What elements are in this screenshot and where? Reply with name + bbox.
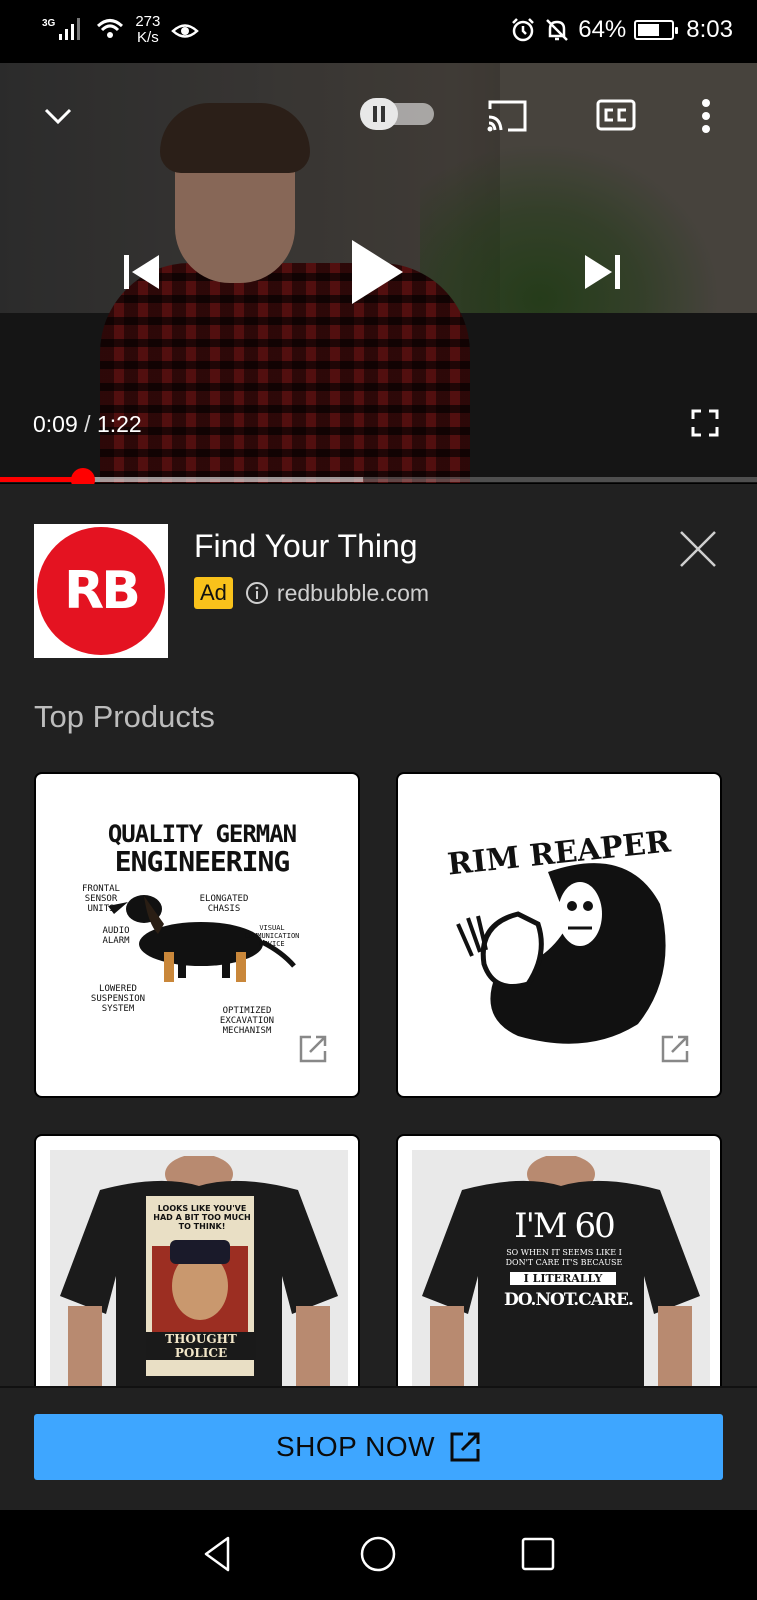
battery-icon [634, 20, 679, 40]
cta-divider [0, 1386, 757, 1388]
skip-previous-icon [124, 255, 159, 289]
cast-button[interactable] [486, 98, 528, 134]
shirt-print-top: I'M 60 [514, 1206, 616, 1246]
status-left: 3G 273 K/s [42, 14, 200, 46]
fullscreen-icon [691, 409, 719, 437]
closed-captions-icon [596, 99, 636, 131]
autoplay-knob [360, 98, 398, 130]
shop-now-label: SHOP NOW [275, 1431, 436, 1462]
skip-next-icon [585, 255, 620, 289]
advertiser-logo[interactable]: RB [34, 524, 168, 658]
product-label: OPTIMIZED EXCAVATION MECHANISM [219, 1006, 275, 1036]
current-time: 0:09 [33, 411, 78, 437]
more-options-button[interactable] [696, 96, 716, 136]
product-card[interactable]: QUALITY GERMAN ENGINEERING FRONTAL SENSO… [34, 772, 360, 1098]
ad-meta: Ad redbubble.com [194, 577, 429, 609]
play-button[interactable] [344, 235, 410, 309]
ad-badge: Ad [194, 577, 233, 609]
status-bar: 3G 273 K/s 64% 8:03 [0, 0, 757, 63]
product-label: VISUAL COMMUNICATION DEVICE [244, 924, 300, 948]
video-player[interactable]: 0:09 / 1:22 [0, 63, 757, 483]
open-external-icon[interactable] [298, 1034, 328, 1064]
advertiser-logo-text: RB [64, 561, 141, 621]
network-speed: 273 K/s [135, 14, 160, 46]
shirt-print-middle: SO WHEN IT SEEMS LIKE I DON'T CARE IT'S … [505, 1248, 623, 1267]
product-card[interactable]: RIM REAPER [396, 772, 722, 1098]
shirt-print-highlight: I LITERALLY [510, 1272, 616, 1285]
product-label: AUDIO ALARM [102, 926, 130, 946]
ad-domain[interactable]: redbubble.com [277, 580, 429, 607]
speed-unit: K/s [137, 29, 159, 46]
collapse-button[interactable] [40, 101, 76, 131]
eye-icon [171, 24, 200, 38]
advertiser-logo-circle: RB [37, 527, 165, 655]
shirt-print-bottom: DO.NOT.CARE. [504, 1290, 634, 1310]
wifi-icon [97, 19, 124, 38]
clock: 8:03 [686, 16, 733, 43]
shirt-print-bottom: THOUGHT POLICE [146, 1332, 256, 1360]
network-type: 3G [42, 18, 56, 29]
alarm-icon [512, 18, 535, 42]
close-icon[interactable] [678, 529, 718, 569]
section-title: Top Products [34, 699, 215, 734]
seek-bar[interactable] [0, 468, 757, 492]
fullscreen-button[interactable] [690, 408, 720, 438]
duration: 1:22 [96, 411, 142, 437]
system-nav-bar [0, 1510, 757, 1600]
status-right: 64% 8:03 [510, 16, 733, 44]
battery-percent: 64% [578, 16, 627, 43]
next-button[interactable] [580, 249, 626, 295]
previous-button[interactable] [118, 249, 164, 295]
open-external-icon [450, 1432, 480, 1462]
open-external-icon[interactable] [660, 1034, 690, 1064]
shirt-print-top: LOOKS LIKE YOU'VE HAD A BIT TOO MUCH TO … [153, 1204, 251, 1231]
play-icon [352, 240, 403, 304]
shop-now-button[interactable]: SHOP NOW [34, 1414, 723, 1480]
info-icon[interactable] [245, 581, 269, 605]
product-label: LOWERED SUSPENSION SYSTEM [90, 984, 146, 1014]
time-display: 0:09 / 1:22 [33, 411, 142, 438]
ad-title[interactable]: Find Your Thing [194, 528, 418, 565]
chevron-down-icon [44, 108, 72, 125]
cast-icon [487, 100, 527, 132]
time-separator: / [84, 411, 91, 437]
speed-value: 273 [135, 13, 161, 30]
recents-square-icon[interactable] [518, 1534, 558, 1574]
back-triangle-icon[interactable] [198, 1534, 238, 1574]
more-vertical-icon [702, 99, 710, 133]
autoplay-toggle[interactable] [360, 98, 434, 130]
signal-icon [59, 18, 81, 40]
product-label: ELONGATED CHASIS [199, 894, 249, 914]
bell-muted-icon [546, 19, 569, 41]
product-label: FRONTAL SENSOR UNITS [82, 884, 120, 914]
battery-level [638, 24, 659, 36]
captions-button[interactable] [596, 98, 636, 132]
home-circle-icon[interactable] [358, 1534, 398, 1574]
ad-panel: RB Find Your Thing Ad redbubble.com Top … [0, 484, 757, 1510]
pause-icon [373, 106, 385, 122]
